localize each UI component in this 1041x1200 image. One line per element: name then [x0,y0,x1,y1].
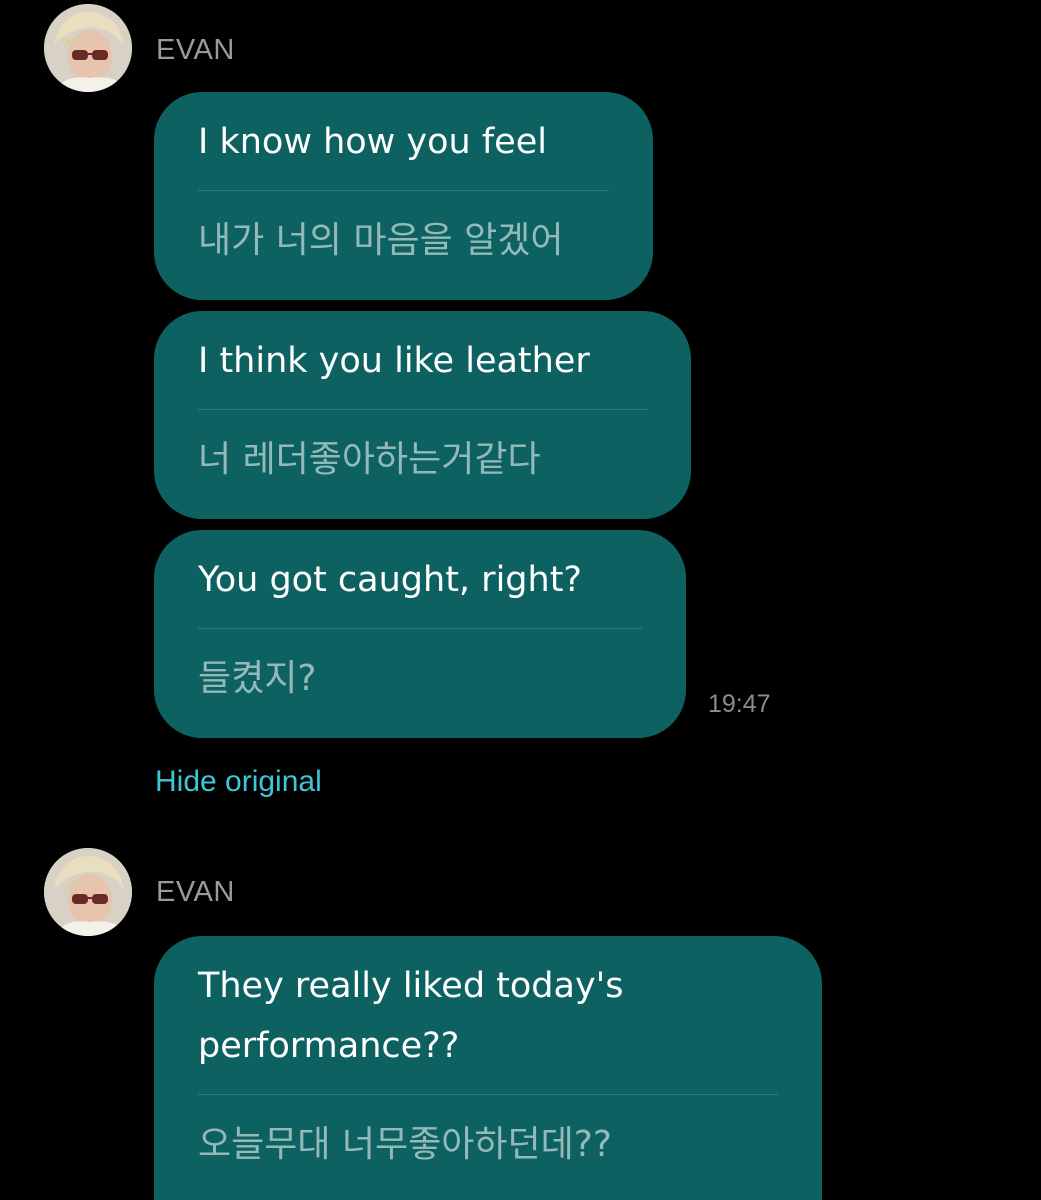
sender-name: EVAN [156,34,235,66]
message-bubble[interactable]: I think you like leather 너 레더좋아하는거같다 [154,311,691,519]
translated-text: They really liked today's performance?? [198,966,624,1066]
sender-name: EVAN [156,876,235,908]
message-bubble[interactable]: I know how you feel 내가 너의 마음을 알겠어 [154,92,653,300]
message-bubble[interactable]: They really liked today's performance?? … [154,936,822,1200]
original-text: 오늘무대 너무좋아하던데?? [198,1124,612,1165]
avatar[interactable] [44,848,132,936]
original-text: 내가 너의 마음을 알겠어 [198,220,564,261]
translated-text: You got caught, right? [198,560,582,600]
hide-original-link[interactable]: Hide original [155,765,322,799]
avatar-photo-icon [44,4,132,92]
avatar[interactable] [44,4,132,92]
translated-text: I think you like leather [198,341,590,381]
divider [198,190,609,191]
divider [198,409,647,410]
message-timestamp: 19:47 [708,690,771,718]
translated-text: I know how you feel [198,122,547,162]
divider [198,1094,778,1095]
original-text: 너 레더좋아하는거같다 [198,439,541,480]
message-bubble[interactable]: You got caught, right? 들켰지? [154,530,686,738]
avatar-photo-icon [44,848,132,936]
divider [198,628,642,629]
original-text: 들켰지? [198,658,317,699]
